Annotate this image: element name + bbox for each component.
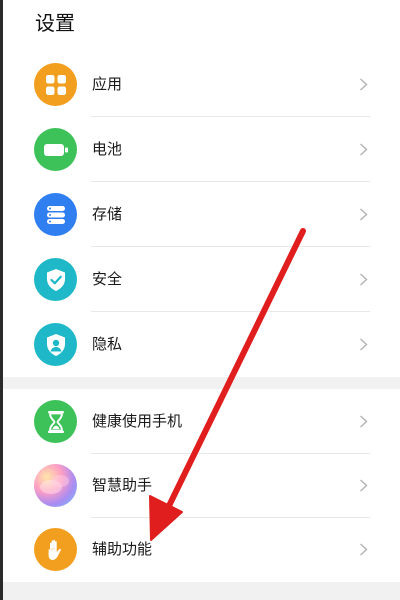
group-separator [3,377,400,389]
settings-item-label: 存储 [92,205,123,223]
page-title: 设置 [35,11,75,35]
settings-item-label: 安全 [92,270,123,288]
settings-item-storage[interactable]: 存储 [3,182,400,247]
settings-item-privacy[interactable]: 隐私 [3,312,400,377]
settings-item-security[interactable]: 安全 [3,247,400,312]
settings-item-accessibility[interactable]: 辅助功能 [3,517,400,582]
storage-icon [34,193,77,236]
shield-check-icon [34,258,77,301]
privacy-person-icon [34,323,77,366]
settings-group-main: 应用 电池 存储 安全 隐私 [3,52,400,377]
settings-item-apps[interactable]: 应用 [3,52,400,117]
chevron-right-icon [359,273,368,286]
settings-item-label: 智慧助手 [92,476,153,494]
settings-item-digital-balance[interactable]: 健康使用手机 [3,389,400,454]
chevron-right-icon [359,415,368,428]
chevron-right-icon [359,543,368,556]
hand-icon [34,528,77,571]
chevron-right-icon [359,208,368,221]
group-separator [3,582,400,600]
chevron-right-icon [359,338,368,351]
hourglass-icon [34,400,77,443]
chevron-right-icon [359,78,368,91]
settings-group-more: 健康使用手机 智慧助手 辅助功能 [3,389,400,582]
settings-item-label: 隐私 [92,335,123,353]
smart-assistant-icon [34,464,77,507]
chevron-right-icon [359,143,368,156]
chevron-right-icon [359,479,368,492]
apps-grid-icon [34,63,77,106]
settings-item-label: 辅助功能 [92,540,153,558]
battery-icon [34,128,77,171]
settings-item-label: 电池 [92,140,123,158]
settings-item-battery[interactable]: 电池 [3,117,400,182]
settings-item-label: 健康使用手机 [92,412,183,430]
settings-item-smart-assistant[interactable]: 智慧助手 [3,453,400,518]
settings-item-label: 应用 [92,75,123,93]
